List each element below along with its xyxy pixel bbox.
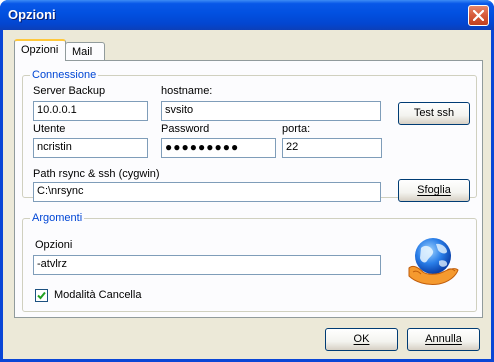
modalita-cancella-checkbox[interactable] [35, 289, 48, 302]
path-label: Path rsync & ssh (cygwin) [33, 168, 160, 180]
server-backup-label: Server Backup [33, 85, 106, 97]
utente-label: Utente [33, 123, 66, 135]
annulla-button-label: Annulla [425, 333, 462, 345]
utente-input[interactable]: ncristin [33, 138, 148, 158]
tab-panel-opzioni: Connessione Server Backup 10.0.0.1 hostn… [14, 60, 483, 318]
password-label: Password [161, 123, 210, 135]
sfoglia-button-label: Sfoglia [417, 184, 451, 196]
test-ssh-button[interactable]: Test ssh [398, 102, 470, 125]
annulla-button[interactable]: Annulla [407, 328, 480, 351]
opzioni-label: Opzioni [35, 239, 73, 251]
porta-label: porta: [282, 123, 311, 135]
opzioni-input[interactable]: -atvlrz [33, 255, 381, 275]
ok-button[interactable]: OK [325, 328, 398, 351]
connessione-group-label: Connessione [30, 69, 99, 81]
sfoglia-button[interactable]: Sfoglia [398, 179, 470, 202]
server-backup-input[interactable]: 10.0.0.1 [33, 101, 148, 121]
ok-button-label: OK [353, 333, 370, 345]
modalita-cancella-label: Modalità Cancella [54, 289, 142, 301]
globe-hand-icon [408, 238, 459, 285]
path-input[interactable]: C:\nrsync [33, 182, 381, 202]
porta-input[interactable]: 22 [282, 138, 382, 158]
close-icon [473, 10, 484, 21]
tab-opzioni[interactable]: Opzioni [14, 39, 66, 61]
tab-mail[interactable]: Mail [65, 42, 105, 61]
close-button[interactable] [468, 5, 489, 26]
argomenti-group-label: Argomenti [30, 212, 85, 224]
window-title: Opzioni [8, 7, 56, 22]
dialog-window: Opzioni Opzioni Mail Connessione Server … [0, 0, 494, 362]
tab-mail-label: Mail [72, 46, 93, 58]
password-input[interactable]: ●●●●●●●●● [161, 138, 276, 158]
dialog-client-area: Opzioni Mail Connessione Server Backup 1… [3, 30, 491, 359]
tab-opzioni-label: Opzioni [21, 44, 59, 56]
checkmark-icon [37, 291, 46, 300]
hostname-input[interactable]: svsito [161, 101, 381, 121]
title-bar[interactable]: Opzioni [0, 0, 494, 30]
hostname-label: hostname: [161, 85, 213, 97]
